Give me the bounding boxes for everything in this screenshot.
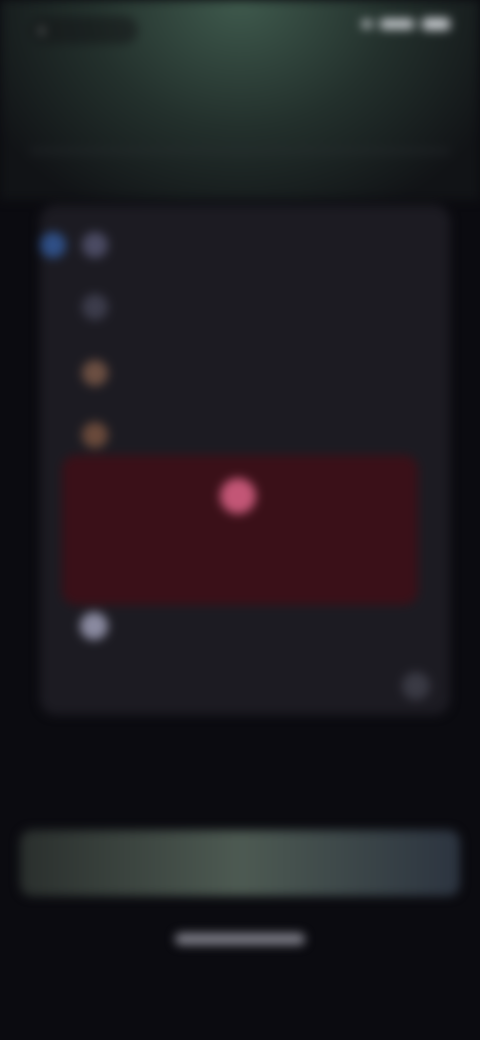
wifi-icon bbox=[380, 19, 414, 29]
item-icon bbox=[82, 422, 108, 448]
back-button[interactable]: ‹ bbox=[30, 16, 138, 44]
list-item[interactable] bbox=[82, 232, 126, 258]
status-indicators bbox=[362, 18, 450, 30]
warning-icon bbox=[220, 478, 256, 514]
selected-indicator-icon bbox=[40, 232, 66, 258]
back-icon: ‹ bbox=[38, 19, 46, 41]
home-indicator[interactable] bbox=[175, 933, 305, 945]
card-footer bbox=[60, 672, 430, 700]
app-screen: ‹ bbox=[0, 0, 480, 1040]
battery-icon bbox=[422, 18, 450, 30]
item-icon bbox=[82, 294, 108, 320]
list-item[interactable] bbox=[82, 294, 126, 320]
item-icon bbox=[82, 232, 108, 258]
signal-icon bbox=[362, 20, 372, 28]
info-button[interactable] bbox=[402, 672, 430, 700]
header-divider bbox=[30, 150, 450, 152]
item-icon bbox=[82, 360, 108, 386]
status-bar: ‹ bbox=[0, 0, 480, 60]
list-item[interactable] bbox=[82, 360, 126, 386]
toggle-icon bbox=[80, 612, 108, 640]
list-item[interactable] bbox=[82, 422, 126, 448]
toggle-option[interactable] bbox=[80, 612, 124, 640]
primary-button[interactable] bbox=[20, 830, 460, 896]
